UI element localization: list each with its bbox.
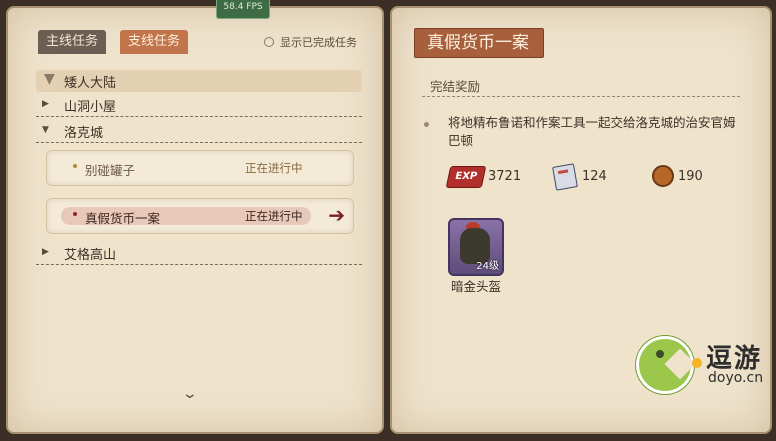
coin-icon — [652, 165, 674, 187]
quest-item-counterfeit-case[interactable]: 真假货币一案 正在进行中 ➔ — [46, 198, 354, 234]
logo-eye — [656, 350, 664, 358]
area-label: 洛克城 — [64, 126, 104, 141]
rewards-heading: 完结奖励 — [430, 79, 481, 94]
item-name: 暗金头盔 — [450, 279, 501, 294]
region-dwarf-continent[interactable]: ▼ 矮人大陆 — [36, 70, 362, 92]
item-level: 24级 — [476, 261, 499, 272]
quest-status: 正在进行中 — [245, 209, 303, 223]
quest-status: 正在进行中 — [245, 161, 303, 175]
radio-icon — [264, 37, 274, 47]
quest-title: 真假货币一案 — [414, 28, 544, 58]
reward-item-card[interactable]: 24级 — [448, 218, 504, 276]
area-ager-mountain[interactable]: ▶ 艾格高山 — [36, 242, 362, 265]
pacman-logo-icon — [636, 336, 694, 394]
quest-list: ▼ 矮人大陆 ▶ 山洞小屋 ▼ 洛克城 别碰罐子 正在进行中 真假货币一案 正在… — [36, 64, 366, 386]
quest-item-dont-touch-jar[interactable]: 别碰罐子 正在进行中 — [46, 150, 354, 186]
region-label: 矮人大陆 — [64, 76, 117, 91]
watermark-en: doyo.cn — [708, 370, 764, 386]
expand-triangle-icon: ▶ — [42, 99, 49, 109]
book-icon — [552, 163, 578, 191]
quest-bullet-icon — [73, 164, 77, 168]
area-label: 山洞小屋 — [64, 100, 117, 115]
arrow-right-icon: ➔ — [328, 203, 345, 227]
quest-description: 将地精布鲁诺和作案工具一起交给洛克城的治安官姆巴顿 — [448, 115, 736, 148]
quest-bullet-icon — [73, 212, 77, 216]
logo-dot — [692, 358, 702, 368]
exp-icon: EXP — [445, 166, 487, 188]
collapse-triangle-icon: ▼ — [44, 71, 55, 87]
quest-list-page: 主线任务 支线任务 显示已完成任务 ▼ 矮人大陆 ▶ 山洞小屋 ▼ 洛克城 别碰… — [6, 6, 384, 434]
quest-name: 别碰罐子 — [85, 163, 136, 178]
doyo-watermark: 逗游 doyo.cn — [636, 336, 776, 394]
exp-value: 3721 — [488, 169, 522, 184]
show-completed-label: 显示已完成任务 — [280, 36, 357, 49]
bullet-icon — [424, 122, 429, 127]
collapse-triangle-icon: ▼ — [42, 125, 49, 135]
books-value: 124 — [582, 169, 607, 184]
chevron-down-icon[interactable]: ⌄ — [182, 386, 198, 402]
quest-name: 真假货币一案 — [85, 211, 161, 226]
tab-main-quests[interactable]: 主线任务 — [38, 30, 107, 54]
coins-value: 190 — [678, 169, 703, 184]
divider — [422, 96, 740, 97]
area-label: 艾格高山 — [64, 248, 117, 263]
tab-side-quests[interactable]: 支线任务 — [120, 30, 189, 54]
show-completed-toggle[interactable]: 显示已完成任务 — [264, 34, 357, 50]
expand-triangle-icon: ▶ — [42, 247, 49, 257]
area-cave-cottage[interactable]: ▶ 山洞小屋 — [36, 94, 362, 117]
area-rock-city[interactable]: ▼ 洛克城 — [36, 120, 362, 143]
fps-counter: 58.4 FPS — [216, 0, 270, 19]
